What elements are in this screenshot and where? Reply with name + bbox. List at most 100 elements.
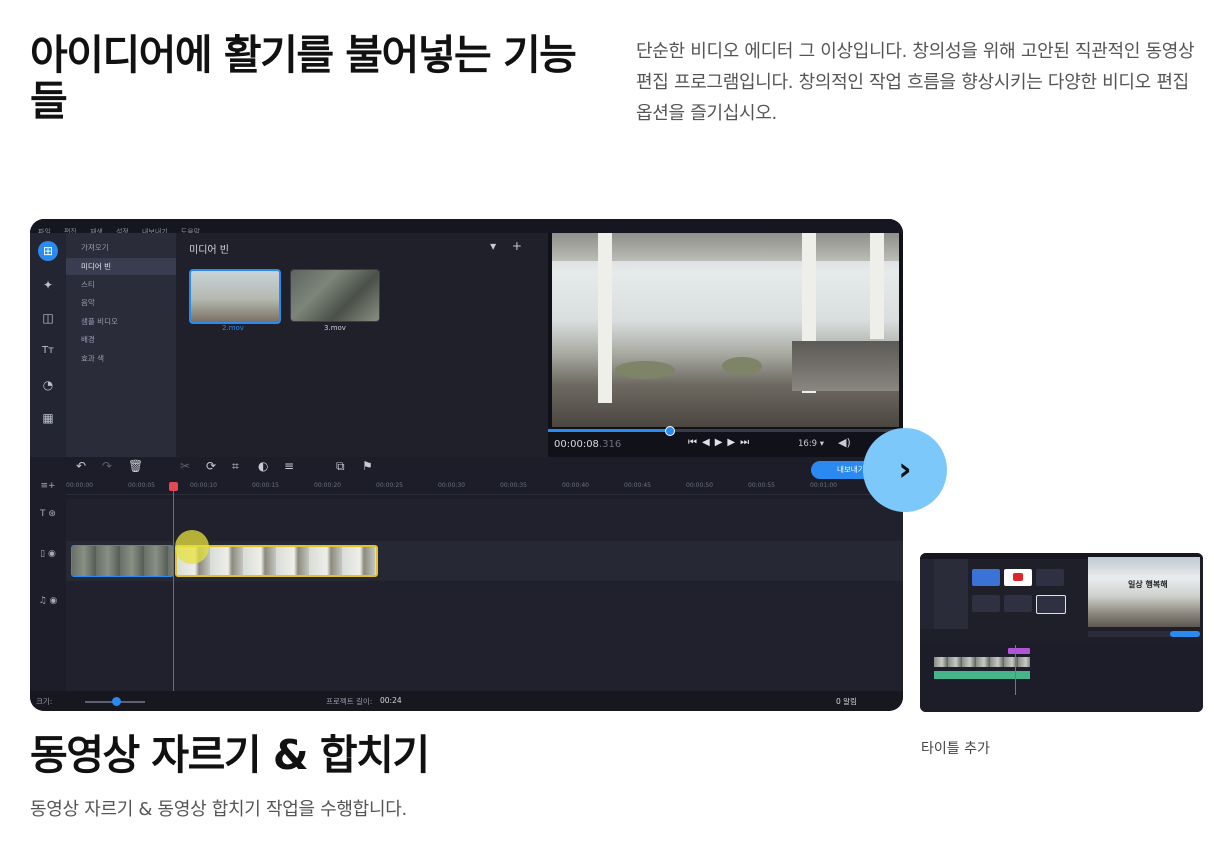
nav-item-sticks[interactable]: 스티: [66, 276, 176, 293]
ruler-tick: 00:00:20: [314, 482, 341, 489]
mini-preview-title: 일상 행복해: [1128, 580, 1168, 589]
clip-properties-icon[interactable]: ≡: [284, 459, 294, 473]
ruler-tick: 00:00:45: [624, 482, 651, 489]
media-thumbnail[interactable]: [189, 269, 281, 324]
video-frame: [552, 233, 899, 427]
project-length-label: 프로젝트 길이:: [326, 697, 373, 706]
playback-controls: ⏮◀▶▶⏭: [688, 437, 754, 448]
media-bin-title: 미디어 빈: [189, 245, 229, 256]
feature-description: 동영상 자르기 & 동영상 합치기 작업을 수행합니다.: [30, 799, 407, 820]
playhead-handle[interactable]: [169, 482, 178, 491]
zoom-label: 크기:: [36, 697, 53, 706]
editor-screenshot: 파일 편집 재생 설정 내보내기 도움말 ⊞ ✦ ◫ Tт ◔ ▦ 가져오기 미…: [30, 219, 903, 711]
color-adjust-icon[interactable]: ◐: [258, 459, 268, 473]
video-track-icon[interactable]: ▯ ◉: [30, 549, 66, 573]
notifications-count[interactable]: 0 알림: [836, 696, 857, 707]
mini-title-style: [1036, 569, 1064, 586]
more-tools-icon[interactable]: ▦: [38, 408, 58, 428]
add-track-icon[interactable]: ≡+: [30, 481, 66, 495]
mouse-cursor-highlight: [175, 530, 209, 564]
mini-youtube-tile: [1013, 573, 1023, 581]
skip-end-icon[interactable]: ⏭: [740, 437, 754, 448]
audio-track[interactable]: [66, 581, 903, 691]
feature-title: 동영상 자르기 & 합치기: [30, 731, 430, 779]
title-track-icon[interactable]: T ⊛: [30, 509, 66, 529]
nav-item-effects[interactable]: 효과 색: [66, 350, 176, 367]
play-icon[interactable]: ▶: [715, 437, 728, 448]
media-bin-actions[interactable]: ▾ +: [490, 239, 528, 253]
frame-pillar: [598, 233, 612, 403]
magic-wand-icon[interactable]: ✦: [38, 275, 58, 295]
delete-icon[interactable]: 🗑: [128, 459, 143, 473]
next-frame-icon[interactable]: ▶: [727, 437, 740, 448]
nav-item-import[interactable]: 가져오기: [66, 239, 176, 256]
hero-title: 아이디어에 활기를 불어넣는 기능들: [30, 31, 577, 125]
mini-title-clip: [1008, 648, 1030, 654]
mini-title-style: [1036, 595, 1066, 614]
overlay-icon[interactable]: ⧉: [336, 459, 345, 474]
media-bin-panel: 미디어 빈 ▾ + 2.mov 3.mov: [176, 233, 548, 457]
mini-title-style: [972, 569, 1000, 586]
feature-thumbnail-caption: 타이틀 추가: [921, 741, 990, 757]
mini-preview: 일상 행복해: [1088, 557, 1200, 627]
timeline-clip[interactable]: [71, 545, 174, 577]
audio-track-icon[interactable]: ♫ ◉: [30, 596, 66, 620]
ruler-tick: 00:00:10: [190, 482, 217, 489]
mini-title-style: [972, 595, 1000, 612]
nav-item-sample-videos[interactable]: 샘플 비디오: [66, 313, 176, 330]
transitions-icon[interactable]: ◫: [38, 308, 58, 328]
rotate-icon[interactable]: ⟳: [206, 459, 216, 473]
playback-progress[interactable]: [548, 426, 903, 436]
nav-item-music[interactable]: 음악: [66, 294, 176, 311]
ruler-tick: 00:00:40: [562, 482, 589, 489]
stickers-icon[interactable]: ◔: [38, 375, 58, 395]
mini-playhead: [1015, 645, 1016, 695]
project-length-value: 00:24: [380, 696, 402, 705]
media-thumbnail[interactable]: [290, 269, 380, 322]
ruler-tick: 00:01:00: [810, 482, 837, 489]
next-slide-button[interactable]: ›: [863, 428, 947, 512]
frame-pillar: [870, 233, 884, 339]
ruler-tick: 00:00:35: [500, 482, 527, 489]
ruler-tick: 00:00:25: [376, 482, 403, 489]
timeline-ruler[interactable]: 00:00:00 00:00:05 00:00:10 00:00:15 00:00:20…: [66, 480, 903, 495]
frame-rock: [722, 357, 762, 375]
zoom-slider-knob[interactable]: [112, 697, 121, 706]
playhead-line: [173, 482, 174, 692]
timecode-main: 00:00:08: [554, 439, 599, 450]
cut-icon[interactable]: ✂: [180, 459, 190, 473]
volume-icon[interactable]: ◀): [838, 436, 851, 449]
nav-item-media-bin[interactable]: 미디어 빈: [66, 258, 176, 275]
undo-icon[interactable]: ↶: [76, 459, 86, 473]
ruler-tick: 00:00:15: [252, 482, 279, 489]
mini-sidebar: [934, 559, 968, 629]
import-icon[interactable]: ⊞: [38, 241, 58, 261]
video-preview-panel: 00:00:08.316 ⏮◀▶▶⏭ 16:9 ▾ ◀): [548, 233, 903, 457]
crop-icon[interactable]: ⌗: [232, 459, 239, 474]
skip-start-icon[interactable]: ⏮: [688, 437, 702, 448]
frame-rock: [615, 361, 675, 379]
aspect-ratio-select[interactable]: 16:9 ▾: [798, 439, 824, 449]
clip-label: 2.mov: [222, 324, 244, 332]
clip-label: 3.mov: [324, 324, 346, 332]
menu-bar: 파일 편집 재생 설정 내보내기 도움말: [30, 219, 903, 236]
tool-strip: ⊞ ✦ ◫ Tт ◔ ▦: [30, 233, 66, 457]
mini-toolstrip: [920, 559, 934, 629]
ruler-tick: 00:00:50: [686, 482, 713, 489]
edit-toolbar: ↶ ↷ 🗑 ✂ ⟳ ⌗ ◐ ≡ ⧉ ⚑: [30, 457, 903, 479]
redo-icon[interactable]: ↷: [102, 459, 112, 473]
ruler-tick: 00:00:05: [128, 482, 155, 489]
nav-item-backgrounds[interactable]: 배경: [66, 331, 176, 348]
progress-knob[interactable]: [664, 426, 675, 436]
chevron-right-icon: ›: [898, 450, 912, 488]
feature-thumbnail-titles[interactable]: 일상 행복해: [920, 553, 1203, 712]
timecode: 00:00:08.316: [554, 439, 621, 450]
progress-fill: [548, 429, 669, 432]
mini-title-style: [1004, 595, 1032, 612]
ruler-tick: 00:00:55: [748, 482, 775, 489]
hero-description: 단순한 비디오 에디터 그 이상입니다. 창의성을 위해 고안된 직관적인 동영…: [636, 41, 1195, 124]
prev-frame-icon[interactable]: ◀: [702, 437, 715, 448]
marker-icon[interactable]: ⚑: [362, 459, 373, 473]
titles-icon[interactable]: Tт: [38, 341, 58, 361]
timecode-fraction: .316: [598, 439, 622, 450]
